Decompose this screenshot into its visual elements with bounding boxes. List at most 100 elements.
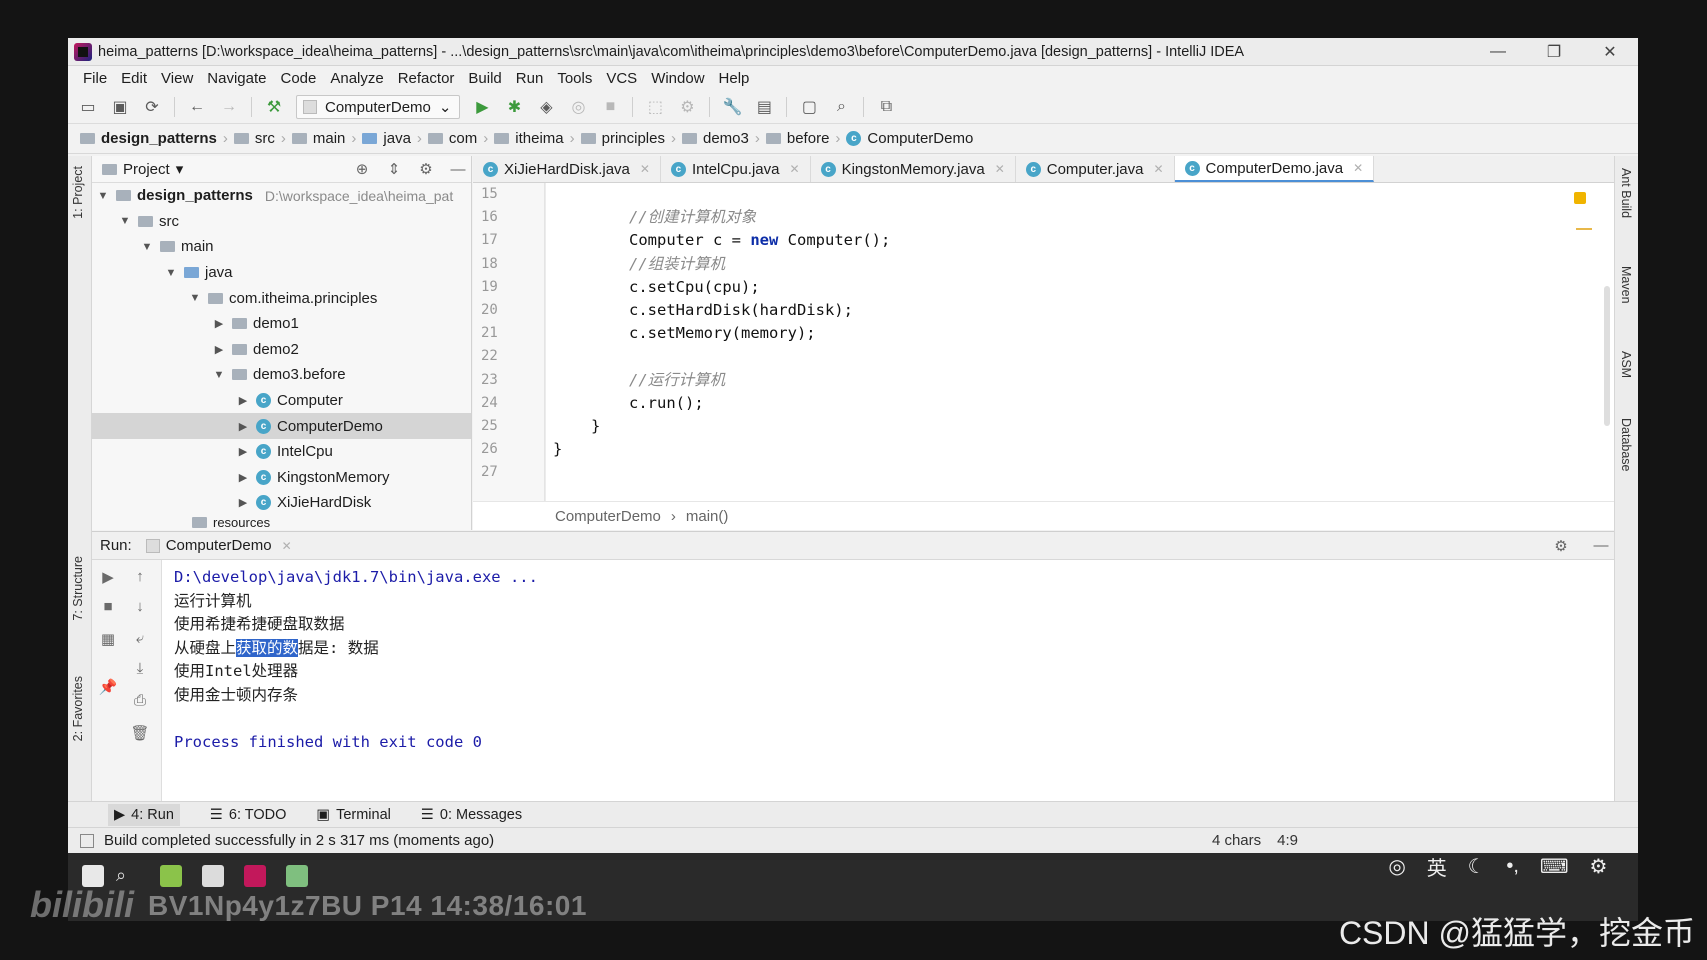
chevron-right-icon[interactable]: ▶ <box>212 317 226 330</box>
tree-item-xijieharddisk[interactable]: ▶ c XiJieHardDisk <box>92 490 471 516</box>
tool-tab-maven[interactable]: Maven <box>1619 266 1633 304</box>
gear-icon[interactable]: ⚙ <box>1590 854 1608 879</box>
menu-run[interactable]: Run <box>509 70 551 87</box>
close-icon[interactable]: ✕ <box>1153 162 1163 176</box>
tool-tab-project[interactable]: 1: Project <box>71 166 85 219</box>
tree-item-demo1[interactable]: ▶ demo1 <box>92 311 471 337</box>
moon-icon[interactable]: ☾ <box>1468 854 1486 879</box>
stop-icon[interactable]: ■ <box>98 598 118 615</box>
chevron-right-icon[interactable]: ▶ <box>212 343 226 356</box>
chevron-down-icon[interactable]: ▼ <box>118 215 132 227</box>
tree-item-kingstonmemory[interactable]: ▶ c KingstonMemory <box>92 465 471 491</box>
coverage-icon[interactable]: ◈ <box>536 97 556 117</box>
trash-icon[interactable]: 🗑 <box>130 724 150 742</box>
menu-build[interactable]: Build <box>461 70 508 87</box>
soft-wrap-icon[interactable]: ⤶ <box>130 630 150 647</box>
debug-icon[interactable]: ✱ <box>504 97 524 117</box>
breadcrumb-java[interactable]: java <box>362 130 415 147</box>
forward-arrow-icon[interactable]: → <box>219 97 239 117</box>
tree-item-main[interactable]: ▼ main <box>92 234 471 260</box>
menu-help[interactable]: Help <box>712 70 757 87</box>
stop-icon[interactable]: ■ <box>600 97 620 117</box>
translate-icon[interactable]: ⧉ <box>876 97 896 117</box>
breadcrumb-src[interactable]: src <box>233 130 279 147</box>
menu-refactor[interactable]: Refactor <box>391 70 462 87</box>
rerun-icon[interactable]: ▶ <box>98 568 118 586</box>
chevron-right-icon[interactable]: ▶ <box>236 420 250 433</box>
tool-tab-structure[interactable]: 7: Structure <box>71 556 85 621</box>
layout-icon[interactable]: ▦ <box>98 630 118 648</box>
chevron-right-icon[interactable]: ▶ <box>236 471 250 484</box>
gear-icon[interactable]: ⚙ <box>1548 537 1574 555</box>
menu-analyze[interactable]: Analyze <box>323 70 390 87</box>
breadcrumb-com[interactable]: com <box>427 130 481 147</box>
attach-debugger-icon[interactable]: ⚙ <box>677 97 697 117</box>
menu-window[interactable]: Window <box>644 70 711 87</box>
editor-scrollbar[interactable] <box>1604 286 1610 426</box>
tree-item-computerdemo[interactable]: ▶ c ComputerDemo <box>92 413 471 439</box>
intellij-taskbar-icon[interactable] <box>244 865 266 887</box>
arrow-down-icon[interactable]: ↓ <box>130 598 150 615</box>
menu-view[interactable]: View <box>154 70 200 87</box>
breadcrumb-demo3[interactable]: demo3 <box>682 130 753 147</box>
tool-tab-messages[interactable]: ☰ 0: Messages <box>421 807 522 823</box>
breadcrumb-principles[interactable]: principles <box>580 130 669 147</box>
tree-item-java[interactable]: ▼ java <box>92 260 471 286</box>
save-icon[interactable]: ▣ <box>110 97 130 117</box>
build-hammer-icon[interactable]: ⚒ <box>264 97 284 117</box>
tab-kingstonmemory[interactable]: c KingstonMemory.java ✕ <box>811 156 1016 182</box>
close-icon[interactable]: ✕ <box>995 162 1005 176</box>
tree-item-demo2[interactable]: ▶ demo2 <box>92 337 471 363</box>
tree-item-package[interactable]: ▼ com.itheima.principles <box>92 285 471 311</box>
chevron-down-icon[interactable]: ▼ <box>188 292 202 304</box>
scroll-to-end-icon[interactable]: ⤓ <box>130 660 150 677</box>
run-icon[interactable]: ▶ <box>472 97 492 117</box>
editor-breadcrumb-method[interactable]: main() <box>686 508 729 525</box>
tree-item-computer[interactable]: ▶ c Computer <box>92 388 471 414</box>
tool-tab-favorites[interactable]: 2: Favorites <box>71 676 85 741</box>
close-icon[interactable]: ✕ <box>790 162 800 176</box>
tool-tab-ant-build[interactable]: Ant Build <box>1619 168 1633 218</box>
chevron-down-icon[interactable]: ▼ <box>140 241 154 253</box>
tool-tab-asm[interactable]: ASM <box>1619 351 1633 378</box>
close-icon[interactable]: ✕ <box>640 162 650 176</box>
tool-tab-run[interactable]: ▶ 4: Run <box>108 803 180 826</box>
code-area[interactable]: 15 16 17 18 19 20 21 22 23 24 25 26 27 /… <box>473 183 1614 501</box>
chevron-down-icon[interactable]: ▼ <box>164 267 178 279</box>
tab-intelcpu[interactable]: c IntelCpu.java ✕ <box>661 156 811 182</box>
hide-panel-icon[interactable]: — <box>445 161 471 178</box>
app-icon[interactable] <box>160 865 182 887</box>
chevron-down-icon[interactable]: ▼ <box>212 369 226 381</box>
restore-button[interactable]: ❐ <box>1526 42 1582 62</box>
tree-item-intelcpu[interactable]: ▶ c IntelCpu <box>92 439 471 465</box>
breadcrumb-before[interactable]: before <box>765 130 834 147</box>
error-stripe-marker[interactable] <box>1576 228 1592 230</box>
punctuation-icon[interactable]: •, <box>1506 855 1519 878</box>
breadcrumb-computerdemo[interactable]: c ComputerDemo <box>846 130 977 147</box>
status-toggle-icon[interactable] <box>80 833 94 848</box>
menu-file[interactable]: File <box>76 70 114 87</box>
tab-xijieharddisk[interactable]: c XiJieHardDisk.java ✕ <box>473 156 661 182</box>
menu-edit[interactable]: Edit <box>114 70 154 87</box>
file-explorer-icon[interactable] <box>202 865 224 887</box>
close-icon[interactable]: ✕ <box>282 539 292 553</box>
close-button[interactable]: ✕ <box>1582 42 1638 62</box>
editor-breadcrumb-class[interactable]: ComputerDemo <box>555 508 661 525</box>
project-view-selector[interactable]: Project <box>123 161 170 178</box>
chevron-right-icon[interactable]: ▶ <box>236 496 250 509</box>
console-output[interactable]: D:\develop\java\jdk1.7\bin\java.exe ... … <box>174 566 538 754</box>
collapse-all-icon[interactable]: ⇕ <box>381 160 407 178</box>
profile-icon[interactable]: ◎ <box>568 97 588 117</box>
run-tab-computerdemo[interactable]: ComputerDemo ✕ <box>145 537 292 554</box>
menu-tools[interactable]: Tools <box>550 70 599 87</box>
chevron-right-icon[interactable]: ▶ <box>236 445 250 458</box>
code-text[interactable]: //创建计算机对象 Computer c = new Computer(); /… <box>545 183 1614 501</box>
tool-tab-terminal[interactable]: ▣ Terminal <box>316 807 391 823</box>
chevron-down-icon[interactable]: ▼ <box>96 190 110 202</box>
menu-code[interactable]: Code <box>273 70 323 87</box>
caret-position[interactable]: 4:9 <box>1277 832 1298 849</box>
close-icon[interactable]: ✕ <box>1353 161 1363 175</box>
tab-computer[interactable]: c Computer.java ✕ <box>1016 156 1175 182</box>
open-folder-icon[interactable]: ▭ <box>78 97 98 117</box>
breadcrumb-main[interactable]: main <box>291 130 350 147</box>
